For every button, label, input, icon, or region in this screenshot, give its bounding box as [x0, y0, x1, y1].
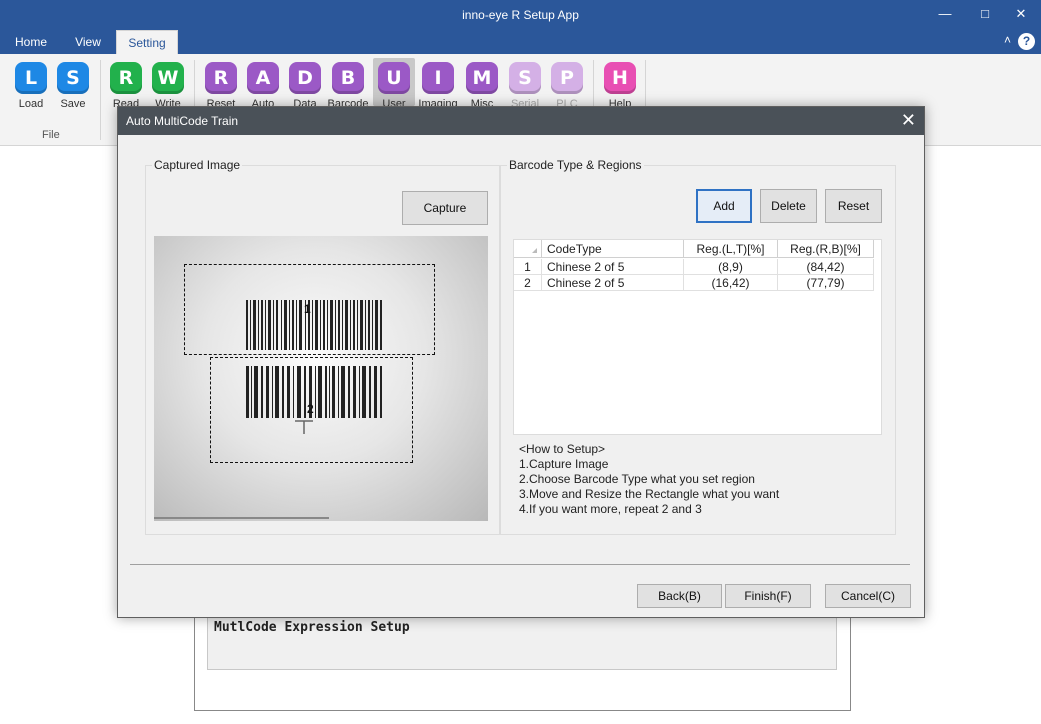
app-title: inno-eye R Setup App [462, 8, 579, 22]
serial-icon: S [509, 62, 541, 94]
data-button[interactable]: D Data [284, 62, 326, 110]
load-icon: L [15, 62, 47, 94]
close-button[interactable]: ✕ [1006, 4, 1036, 26]
tab-setting[interactable]: Setting [116, 30, 178, 54]
help-circle-icon[interactable]: ? [1018, 33, 1035, 50]
captured-image-legend: Captured Image [152, 158, 243, 172]
how-to-step: 2.Choose Barcode Type what you set regio… [519, 472, 755, 486]
reset-regions-button[interactable]: Reset [825, 189, 882, 223]
load-button[interactable]: L Load [10, 62, 52, 110]
how-to-step: 1.Capture Image [519, 457, 609, 471]
auto-multicode-train-dialog: Auto MultiCode Train ✕ Captured Image Ca… [117, 106, 925, 618]
column-header-codetype[interactable]: CodeType [542, 240, 684, 258]
misc-icon: M [466, 62, 498, 94]
serial-button[interactable]: S Serial [504, 62, 546, 110]
load-label: Load [18, 98, 44, 110]
misc-button[interactable]: M Misc [461, 62, 503, 110]
reset-icon: R [205, 62, 237, 94]
cancel-button[interactable]: Cancel(C) [825, 584, 911, 608]
finish-button[interactable]: Finish(F) [725, 584, 811, 608]
how-to-step: 3.Move and Resize the Rectangle what you… [519, 487, 780, 501]
imaging-icon: I [422, 62, 454, 94]
user-icon: U [378, 62, 410, 94]
auto-icon: A [247, 62, 279, 94]
region-1-label: 1 [304, 302, 311, 316]
plc-button[interactable]: P PLC [546, 62, 588, 110]
captured-image[interactable]: 1 2 [154, 236, 488, 521]
column-header-reg-lt[interactable]: Reg.(L,T)[%] [684, 240, 778, 258]
regions-table[interactable]: CodeType Reg.(L,T)[%] Reg.(R,B)[%] 1 Chi… [513, 239, 882, 435]
dialog-title: Auto MultiCode Train [126, 114, 239, 128]
write-button[interactable]: W Write [147, 62, 189, 110]
table-cell-codetype[interactable]: Chinese 2 of 5 [542, 259, 684, 275]
auto-button[interactable]: A Auto [242, 62, 284, 110]
title-bar: inno-eye R Setup App — □ ✕ [0, 0, 1041, 30]
table-cell-reg-rb[interactable]: (77,79) [778, 275, 874, 291]
capture-button[interactable]: Capture [402, 191, 488, 225]
reset-button[interactable]: R Reset [200, 62, 242, 110]
multicode-expression-section: MutlCode Expression Setup [207, 617, 837, 670]
region-2-label: 2 [307, 402, 314, 416]
read-button[interactable]: R Read [105, 62, 147, 110]
row-number[interactable]: 2 [514, 275, 542, 291]
table-cell-reg-lt[interactable]: (16,42) [684, 275, 778, 291]
dialog-close-icon[interactable]: ✕ [901, 110, 916, 130]
table-corner [514, 240, 542, 258]
help-icon: H [604, 62, 636, 94]
save-button[interactable]: S Save [52, 62, 94, 110]
collapse-ribbon-icon[interactable]: ˄ [1004, 33, 1011, 47]
dialog-title-bar: Auto MultiCode Train ✕ [118, 107, 924, 135]
tab-view[interactable]: View [66, 30, 110, 54]
read-icon: R [110, 62, 142, 94]
barcode-button[interactable]: B Barcode [327, 62, 369, 110]
ribbon-divider [100, 60, 101, 140]
user-button[interactable]: U User [373, 58, 415, 110]
table-cell-codetype[interactable]: Chinese 2 of 5 [542, 275, 684, 291]
footer-divider [130, 564, 910, 565]
data-icon: D [289, 62, 321, 94]
select-all-icon [532, 248, 537, 253]
save-label: Save [60, 98, 86, 110]
how-to-heading: <How to Setup> [519, 442, 606, 456]
section-title: MutlCode Expression Setup [214, 620, 410, 635]
column-header-reg-rb[interactable]: Reg.(R,B)[%] [778, 240, 874, 258]
table-cell-reg-lt[interactable]: (8,9) [684, 259, 778, 275]
help-button[interactable]: H Help [599, 62, 641, 110]
write-icon: W [152, 62, 184, 94]
minimize-button[interactable]: — [930, 4, 960, 26]
tab-home[interactable]: Home [8, 30, 54, 54]
barcode-regions-legend: Barcode Type & Regions [507, 158, 644, 172]
ribbon-tabs: Home View Setting ˄ ? [0, 30, 1041, 54]
table-cell-reg-rb[interactable]: (84,42) [778, 259, 874, 275]
barcode-regions-group: Barcode Type & Regions Add Delete Reset … [500, 158, 896, 535]
add-button[interactable]: Add [696, 189, 752, 223]
imaging-button[interactable]: I Imaging [417, 62, 459, 110]
delete-button[interactable]: Delete [760, 189, 817, 223]
how-to-step: 4.If you want more, repeat 2 and 3 [519, 502, 702, 516]
row-number[interactable]: 1 [514, 259, 542, 275]
back-button[interactable]: Back(B) [637, 584, 722, 608]
maximize-button[interactable]: □ [970, 4, 1000, 26]
group-file-label: File [42, 129, 60, 141]
how-to-setup: <How to Setup> 1.Capture Image 2.Choose … [519, 442, 779, 517]
plc-icon: P [551, 62, 583, 94]
barcode-icon: B [332, 62, 364, 94]
save-icon: S [57, 62, 89, 94]
